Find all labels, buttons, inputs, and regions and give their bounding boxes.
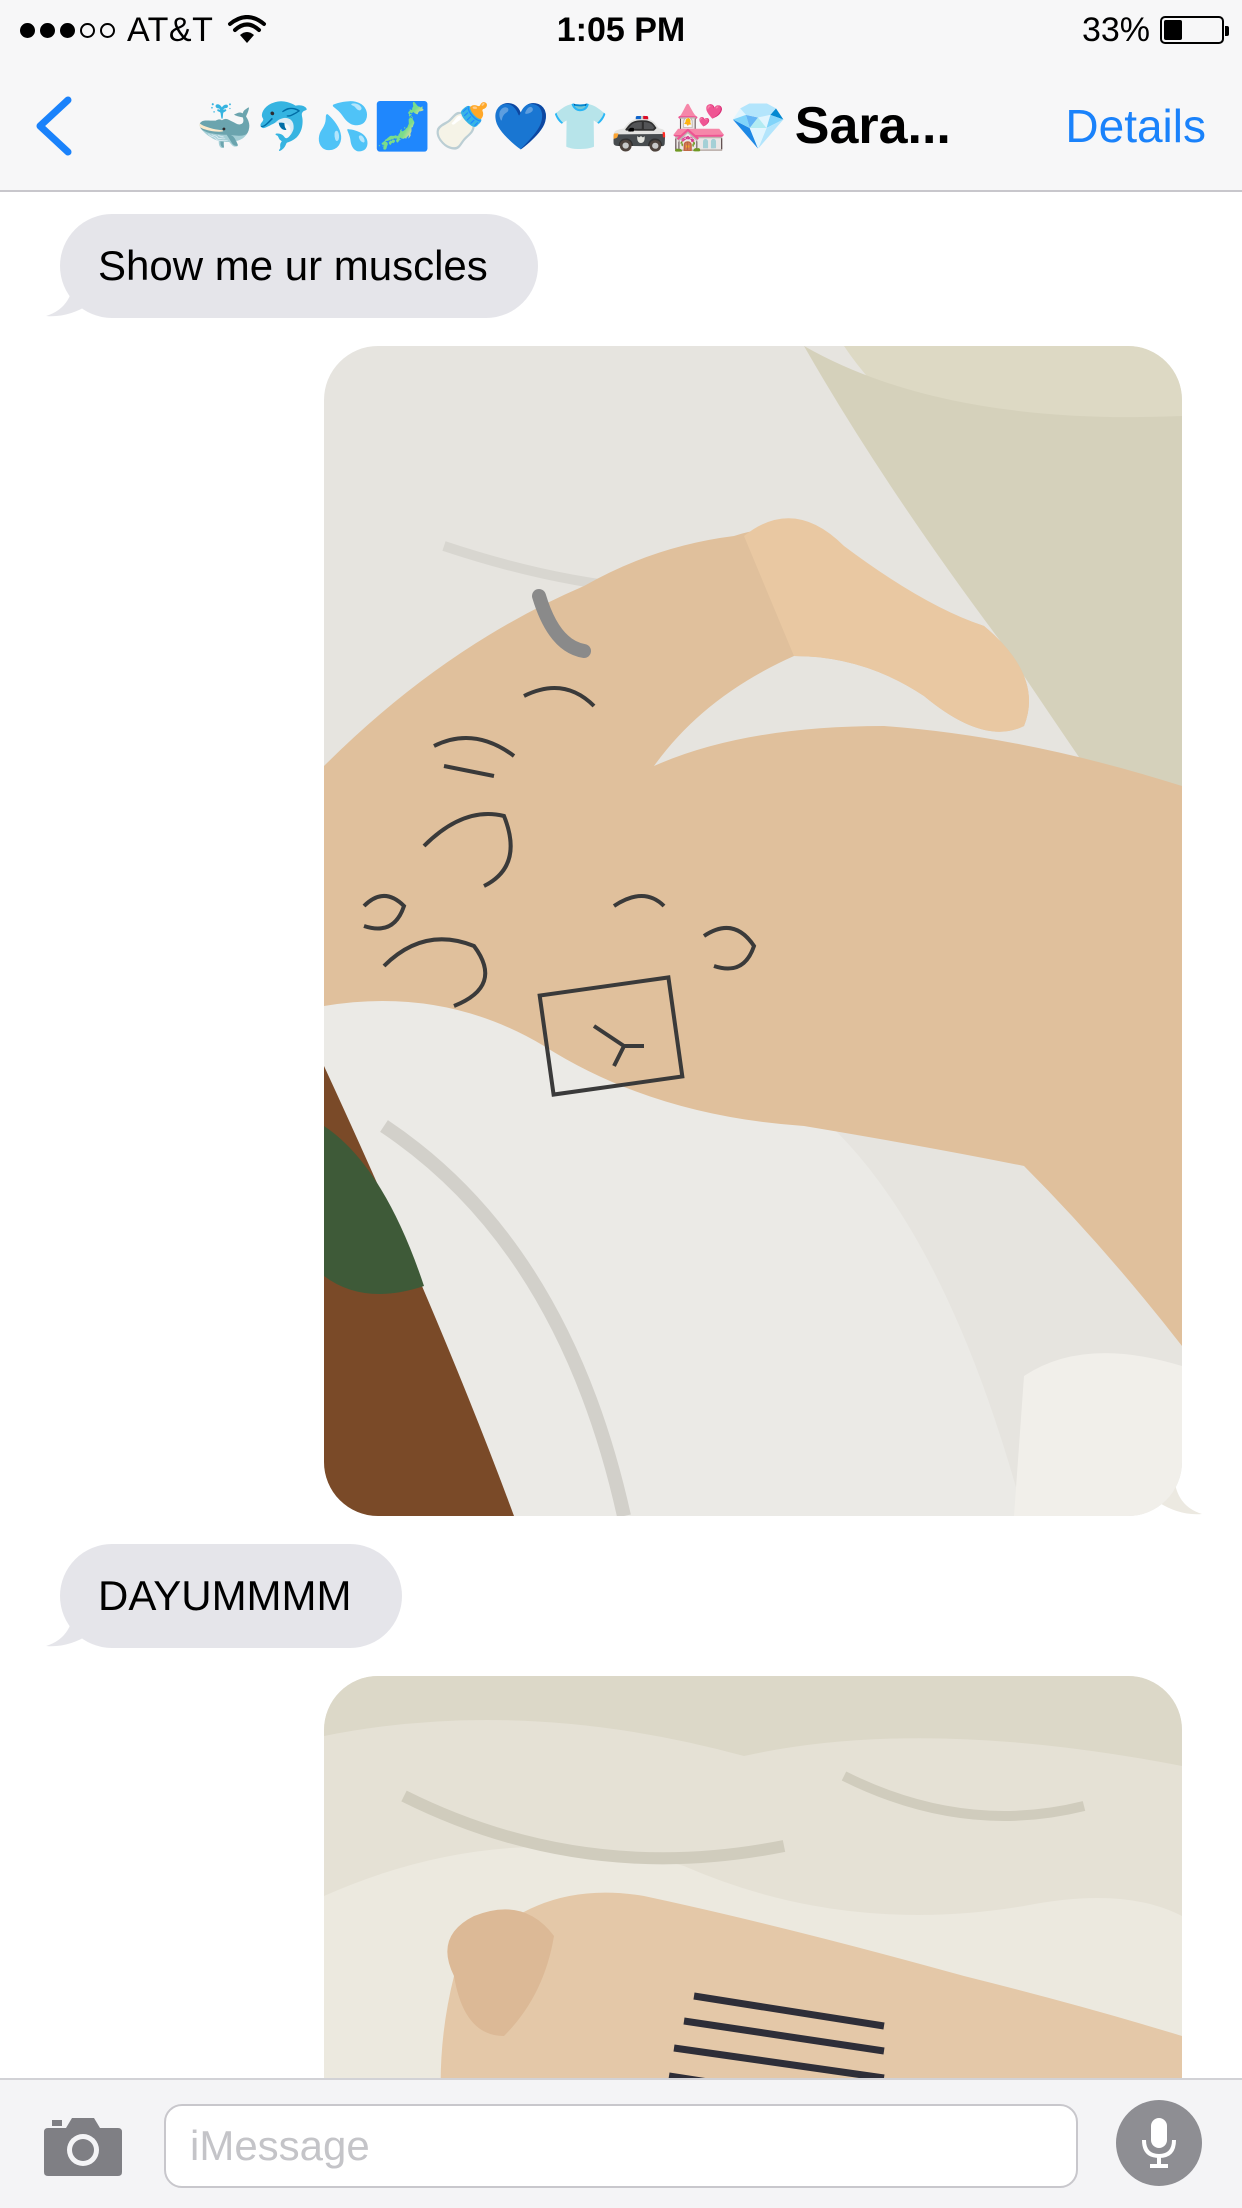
message-input[interactable]: iMessage bbox=[164, 2104, 1078, 2188]
contact-name: Sara... bbox=[794, 97, 951, 155]
battery-fill bbox=[1164, 20, 1183, 40]
incoming-bubble-text: DAYUMMMM bbox=[60, 1544, 402, 1648]
microphone-icon bbox=[1142, 2118, 1176, 2168]
contact-emoji: 🐳🐬💦🗾🍼💙👕🚓💒💎 bbox=[196, 98, 789, 153]
arm-photo-image bbox=[324, 346, 1182, 1516]
outgoing-photo-message[interactable] bbox=[324, 1676, 1182, 2136]
forearm-photo[interactable] bbox=[324, 1676, 1182, 2136]
incoming-message[interactable]: Show me ur muscles bbox=[46, 214, 538, 318]
battery-percent: 33% bbox=[1081, 10, 1150, 49]
status-right: 33% bbox=[1081, 8, 1229, 52]
compose-bar: iMessage bbox=[0, 2078, 1242, 2208]
status-time: 1:05 PM bbox=[556, 11, 686, 49]
arm-photo[interactable] bbox=[324, 346, 1182, 1516]
bubble-tail bbox=[46, 278, 90, 317]
bubble-tail bbox=[46, 1608, 90, 1647]
details-button[interactable]: Details bbox=[1065, 100, 1206, 152]
camera-icon[interactable] bbox=[42, 2112, 124, 2178]
contact-name-button[interactable]: 🐳🐬💦🗾🍼💙👕🚓💒💎 Sara... bbox=[196, 90, 951, 162]
forearm-photo-image bbox=[324, 1676, 1182, 2136]
status-bar: AT&T 1:05 PM 33% bbox=[0, 0, 1242, 60]
incoming-message[interactable]: DAYUMMMM bbox=[46, 1544, 402, 1648]
battery-icon bbox=[1160, 16, 1229, 44]
incoming-bubble-text: Show me ur muscles bbox=[60, 214, 538, 318]
conversation-header: 🐳🐬💦🗾🍼💙👕🚓💒💎 Sara... Details bbox=[0, 60, 1242, 192]
microphone-button[interactable] bbox=[1116, 2100, 1202, 2186]
outgoing-photo-message[interactable] bbox=[324, 346, 1202, 1516]
back-chevron-icon[interactable] bbox=[30, 94, 80, 158]
